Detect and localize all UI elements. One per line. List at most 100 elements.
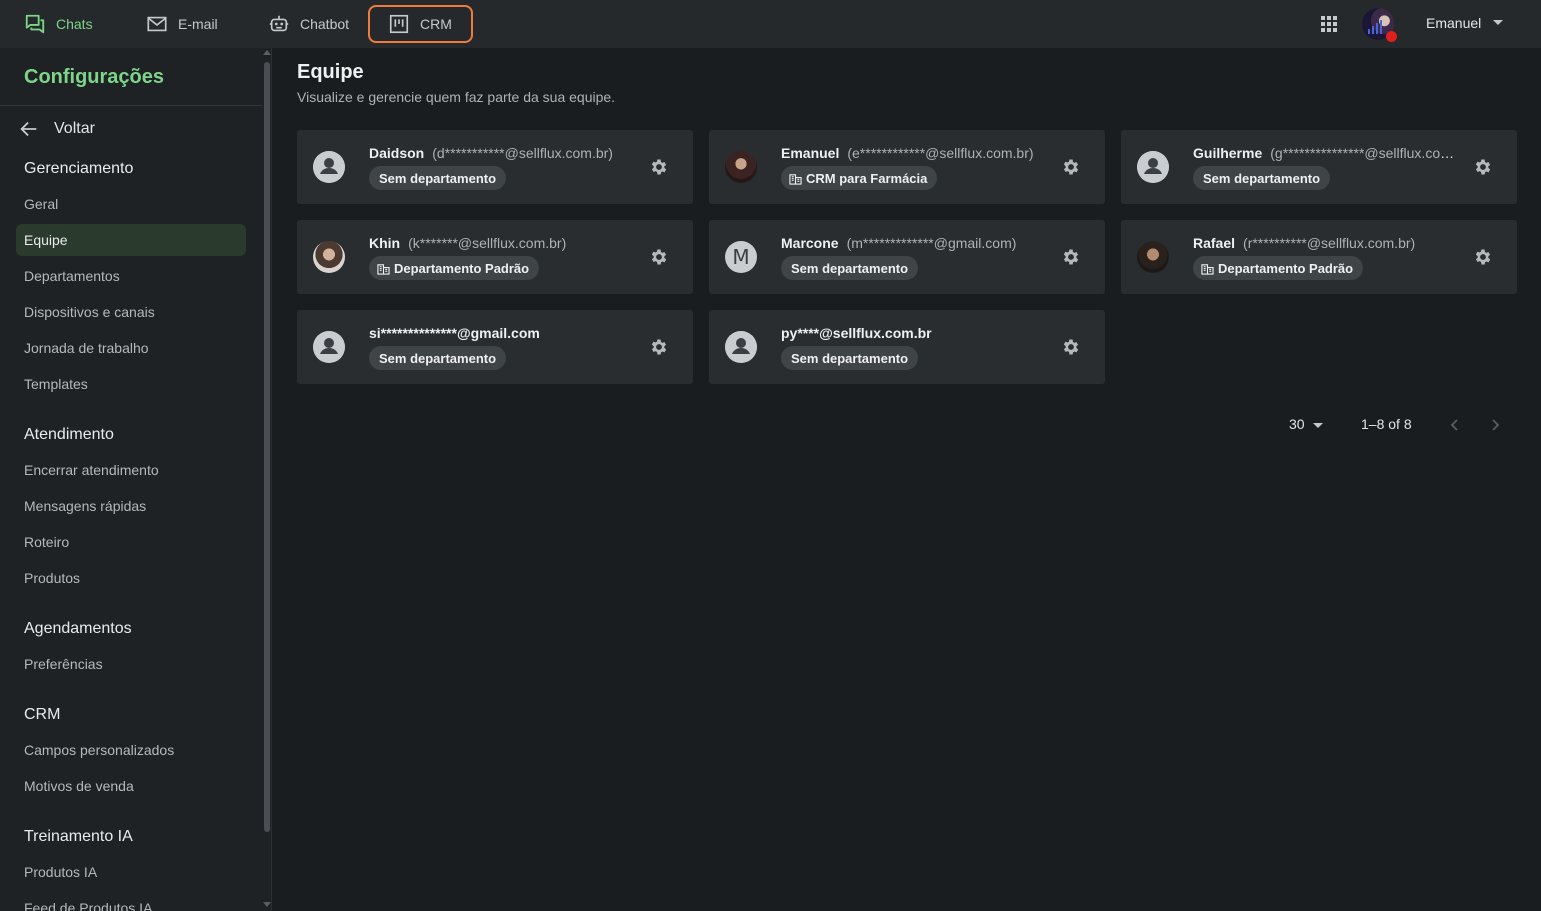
gear-icon[interactable] — [649, 337, 669, 357]
sidebar-item-roteiro[interactable]: Roteiro — [16, 526, 246, 558]
sidebar-item-jornada[interactable]: Jornada de trabalho — [16, 332, 246, 364]
member-email: (r**********@sellflux.com.br) — [1243, 235, 1416, 251]
building-icon — [789, 173, 802, 185]
user-avatar[interactable] — [1362, 8, 1397, 42]
sidebar-item-campos[interactable]: Campos personalizados — [16, 734, 246, 766]
tab-chatbot[interactable]: Chatbot — [258, 5, 359, 43]
member-card[interactable]: Guilherme (g***************@sellflux.com.… — [1121, 130, 1517, 204]
department-chip: Sem departamento — [781, 256, 919, 280]
chevron-left-icon[interactable] — [1445, 415, 1465, 435]
gear-icon[interactable] — [1061, 247, 1081, 267]
member-email: si**************@gmail.com — [369, 325, 540, 341]
person-icon — [313, 331, 345, 363]
sidebar-item-departamentos[interactable]: Departamentos — [16, 260, 246, 292]
department-chip: Sem departamento — [781, 346, 919, 370]
member-photo-avatar — [1137, 241, 1169, 273]
sidebar-divider — [0, 105, 262, 106]
avatar-chart-graphic — [1368, 20, 1382, 34]
tab-crm[interactable]: CRM — [368, 5, 473, 43]
member-name: Khin — [369, 235, 401, 251]
section-agendamentos: Agendamentos — [24, 620, 132, 637]
member-card[interactable]: si**************@gmail.com Sem departame… — [297, 310, 693, 384]
chevron-down-icon — [1312, 423, 1323, 428]
member-name: Guilherme — [1193, 145, 1263, 161]
member-email: (g***************@sellflux.com.br) — [1270, 145, 1457, 161]
section-treinamento-ia: Treinamento IA — [24, 828, 133, 845]
chat-icon — [25, 14, 45, 34]
department-chip: Sem departamento — [369, 346, 507, 370]
mail-icon — [147, 16, 167, 32]
member-name: Emanuel — [781, 145, 840, 161]
top-navigation-bar: Chats E-mail Chatbot CRM Emanuel — [0, 0, 1541, 48]
gear-icon[interactable] — [1061, 337, 1081, 357]
tab-chatbot-label: Chatbot — [300, 16, 350, 32]
member-email: py****@sellflux.com.br — [781, 325, 932, 341]
member-card[interactable]: Rafael (r**********@sellflux.com.br) Depa… — [1121, 220, 1517, 294]
sidebar-item-produtos-ia[interactable]: Produtos IA — [16, 856, 246, 888]
page-size-select[interactable]: 30 — [1289, 416, 1323, 432]
member-email: (d***********@sellflux.com.br) — [432, 145, 613, 161]
building-icon — [377, 263, 390, 275]
sidebar-item-motivos[interactable]: Motivos de venda — [16, 770, 246, 802]
department-chip: Sem departamento — [369, 166, 507, 190]
member-card[interactable]: Khin (k*******@sellflux.com.br) Departame… — [297, 220, 693, 294]
tab-email[interactable]: E-mail — [136, 5, 228, 43]
back-button[interactable]: Voltar — [18, 118, 95, 140]
gear-icon[interactable] — [649, 247, 669, 267]
person-icon — [725, 331, 757, 363]
sidebar-item-produtos[interactable]: Produtos — [16, 562, 246, 594]
tab-chats-label: Chats — [56, 16, 93, 32]
tab-chats[interactable]: Chats — [14, 5, 103, 43]
tab-crm-label: CRM — [420, 16, 452, 32]
member-card[interactable]: M Marcone (m*************@gmail.com) Sem … — [709, 220, 1105, 294]
settings-sidebar: Configurações Voltar Gerenciamento Geral… — [0, 48, 272, 911]
pagination-range: 1–8 of 8 — [1361, 416, 1412, 432]
tab-email-label: E-mail — [178, 16, 218, 32]
section-crm: CRM — [24, 706, 61, 723]
building-icon — [1201, 263, 1214, 275]
gear-icon[interactable] — [1473, 157, 1493, 177]
sidebar-item-mensagens[interactable]: Mensagens rápidas — [16, 490, 246, 522]
member-email: (m*************@gmail.com) — [846, 235, 1017, 251]
kanban-icon — [389, 14, 409, 34]
member-card[interactable]: py****@sellflux.com.br Sem departamento — [709, 310, 1105, 384]
department-chip: Departamento Padrão — [369, 256, 540, 280]
robot-icon — [269, 15, 289, 32]
section-atendimento: Atendimento — [24, 426, 114, 443]
scroll-up-arrow-icon[interactable] — [263, 50, 271, 55]
department-chip: Departamento Padrão — [1193, 256, 1364, 280]
sidebar-item-preferencias[interactable]: Preferências — [16, 648, 246, 680]
member-card[interactable]: Emanuel (e************@sellflux.com.br) C… — [709, 130, 1105, 204]
chevron-right-icon[interactable] — [1485, 415, 1505, 435]
member-name: Marcone — [781, 235, 839, 251]
status-indicator — [1386, 31, 1397, 42]
department-label: CRM para Farmácia — [806, 170, 928, 186]
sidebar-title: Configurações — [24, 66, 165, 88]
page-size-value: 30 — [1289, 416, 1305, 432]
member-name: Daidson — [369, 145, 425, 161]
sidebar-item-geral[interactable]: Geral — [16, 188, 246, 220]
department-label: Departamento Padrão — [394, 260, 530, 276]
sidebar-item-dispositivos[interactable]: Dispositivos e canais — [16, 296, 246, 328]
sidebar-item-equipe[interactable]: Equipe — [16, 224, 246, 256]
member-email: (k*******@sellflux.com.br) — [408, 235, 567, 251]
department-label: Departamento Padrão — [1218, 260, 1354, 276]
sidebar-item-encerrar[interactable]: Encerrar atendimento — [16, 454, 246, 486]
page-subtitle: Visualize e gerencie quem faz parte da s… — [297, 89, 616, 105]
gear-icon[interactable] — [1473, 247, 1493, 267]
sidebar-scroll-thumb[interactable] — [264, 62, 270, 832]
gear-icon[interactable] — [1061, 157, 1081, 177]
apps-grid-icon[interactable] — [1319, 14, 1339, 34]
user-name[interactable]: Emanuel — [1426, 15, 1481, 31]
scroll-down-arrow-icon[interactable] — [263, 902, 271, 907]
page-title: Equipe — [297, 61, 364, 83]
person-icon — [1137, 151, 1169, 183]
sidebar-item-feed-produtos-ia[interactable]: Feed de Produtos IA — [16, 892, 246, 911]
member-card[interactable]: Daidson (d***********@sellflux.com.br) Se… — [297, 130, 693, 204]
person-icon — [313, 151, 345, 183]
gear-icon[interactable] — [649, 157, 669, 177]
user-menu-dropdown-icon[interactable] — [1493, 20, 1503, 25]
member-initial-avatar: M — [725, 241, 757, 273]
sidebar-item-templates[interactable]: Templates — [16, 368, 246, 400]
member-email: (e************@sellflux.com.br) — [847, 145, 1034, 161]
